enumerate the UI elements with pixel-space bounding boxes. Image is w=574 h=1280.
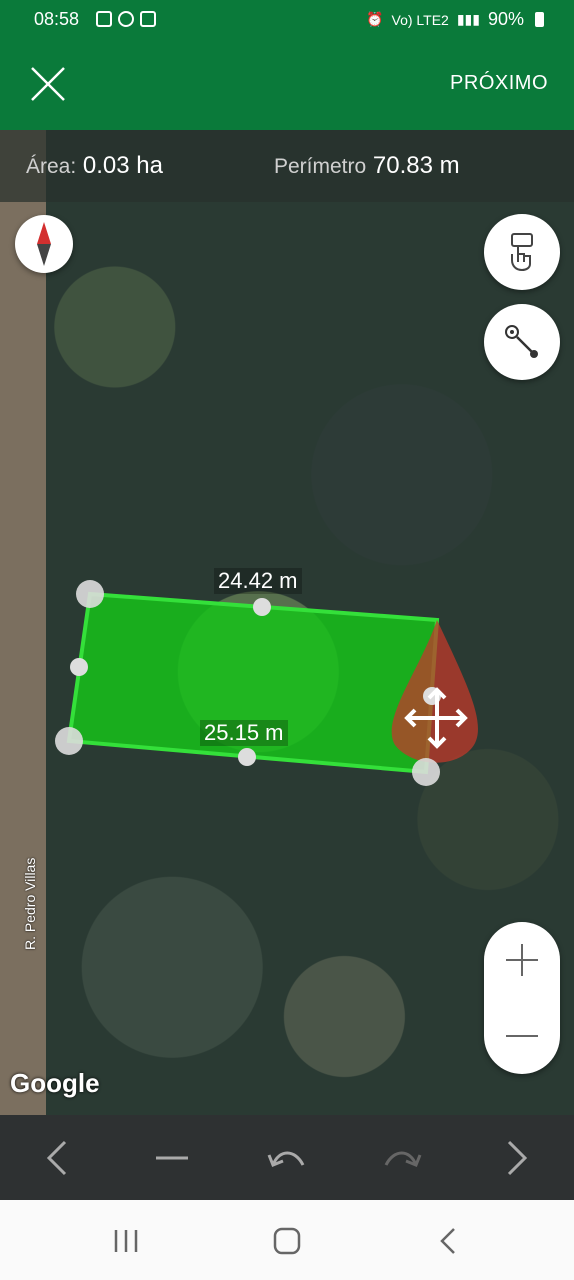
- plus-icon: [506, 944, 538, 976]
- battery-percent: 90%: [487, 9, 524, 29]
- measure-label-bottom: 25.15 m: [200, 720, 288, 746]
- minus-icon: [156, 1156, 188, 1159]
- zoom-in-button[interactable]: [484, 922, 560, 998]
- close-button[interactable]: [28, 64, 68, 104]
- perimeter-value: 70.83 m: [372, 152, 460, 179]
- next-step-button[interactable]: [492, 1135, 542, 1180]
- area-label: Área:: [26, 155, 77, 178]
- undo-button[interactable]: [262, 1135, 312, 1180]
- status-right: ⏰ Vo) LTE2 ▮▮▮ 90%: [366, 9, 544, 30]
- vertex-handle[interactable]: [55, 727, 83, 755]
- signal-icon: ▮▮▮: [456, 11, 480, 27]
- system-nav-bar: [0, 1200, 574, 1280]
- compass-button[interactable]: [15, 215, 73, 273]
- network-label: Vo) LTE2: [391, 11, 449, 28]
- status-notification-icons: [96, 11, 156, 27]
- perimeter-label: Perímetro: [274, 155, 367, 178]
- gallery-icon: [96, 11, 112, 27]
- minus-icon: [506, 1035, 538, 1037]
- status-bar: 08:58 ⏰ Vo) LTE2 ▮▮▮ 90%: [0, 0, 574, 40]
- redo-button[interactable]: [377, 1135, 427, 1180]
- edit-toolbar: [0, 1115, 574, 1200]
- app-bar: PRÓXIMO: [0, 40, 574, 130]
- google-logo: Google: [10, 1068, 100, 1098]
- home-icon: [273, 1227, 301, 1255]
- move-point-button[interactable]: [484, 304, 560, 380]
- compass-icon: [37, 222, 51, 266]
- vertex-handle[interactable]: [412, 758, 440, 786]
- vertex-handle[interactable]: [76, 580, 104, 608]
- previous-button[interactable]: [32, 1135, 82, 1180]
- zoom-out-button[interactable]: [484, 998, 560, 1074]
- remove-point-button[interactable]: [147, 1135, 197, 1180]
- midpoint-handle[interactable]: [253, 598, 271, 616]
- checkbox-icon: [140, 11, 156, 27]
- alarm-icon: ⏰: [366, 11, 384, 27]
- home-button[interactable]: [267, 1222, 307, 1260]
- status-time: 08:58: [34, 9, 80, 29]
- next-button[interactable]: PRÓXIMO: [450, 72, 548, 95]
- midpoint-handle[interactable]: [238, 748, 256, 766]
- whatsapp-icon: [118, 11, 134, 27]
- area-value: 0.03 ha: [82, 152, 163, 179]
- manual-mode-button[interactable]: [484, 214, 560, 290]
- redo-icon: [384, 1151, 422, 1167]
- point-move-icon: [505, 325, 538, 358]
- midpoint-handle[interactable]: [70, 658, 88, 676]
- undo-icon: [267, 1151, 305, 1167]
- chevron-right-icon: [507, 1140, 528, 1175]
- chevron-left-icon: [46, 1140, 67, 1175]
- battery-icon: [535, 12, 544, 27]
- zoom-control: [484, 922, 560, 1074]
- hand-tap-icon: [511, 233, 533, 272]
- back-icon: [440, 1228, 455, 1254]
- close-icon: [31, 67, 65, 101]
- perimeter-info: Perímetro 70.83 m: [274, 152, 460, 180]
- back-button[interactable]: [428, 1222, 468, 1260]
- measurement-info-bar: Área: 0.03 ha Perímetro 70.83 m: [0, 130, 574, 202]
- recent-apps-button[interactable]: [106, 1222, 146, 1260]
- road-label: R. Pedro Villas: [22, 857, 38, 950]
- recent-apps-icon: [114, 1230, 138, 1252]
- measure-label-top: 24.42 m: [214, 568, 302, 594]
- area-info: Área: 0.03 ha: [26, 152, 163, 180]
